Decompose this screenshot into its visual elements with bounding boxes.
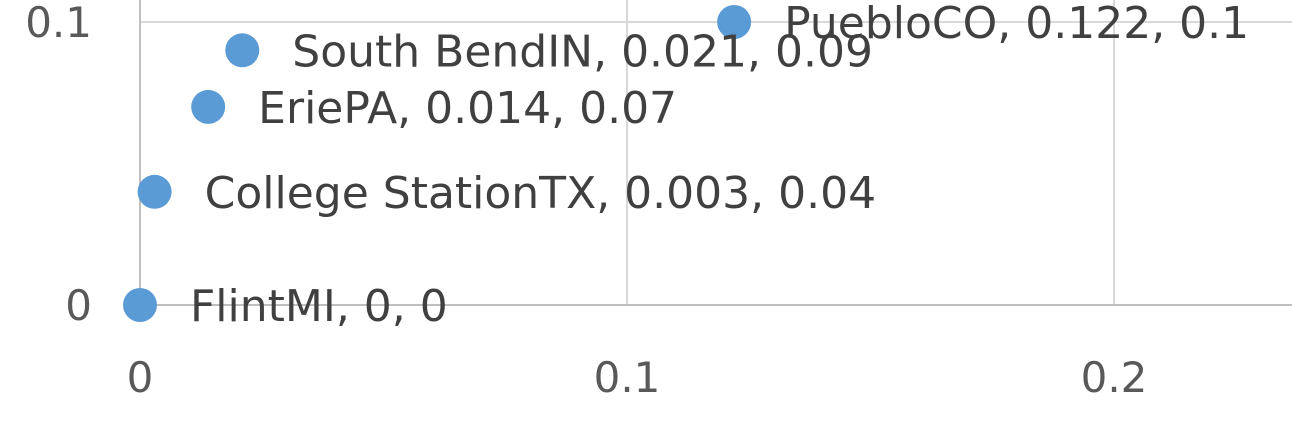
data-point — [225, 33, 260, 68]
y-tick-label: 0 — [65, 281, 92, 330]
x-tick-label: 0.2 — [1081, 353, 1148, 402]
data-label: PuebloCO, 0.122, 0.1 — [784, 0, 1249, 49]
data-point — [123, 288, 157, 322]
x-tick-label: 0.1 — [594, 353, 661, 402]
scatter-chart: 0 0.1 0.2 0 0.1 FlintMI, 0, 0 College Station… — [25, 0, 1292, 402]
data-label: EriePA, 0.014, 0.07 — [258, 83, 677, 134]
y-tick-label: 0.1 — [25, 0, 92, 47]
data-point — [137, 174, 172, 209]
data-labels: FlintMI, 0, 0 College StationTX, 0.003, 0… — [190, 0, 1249, 332]
data-label: College StationTX, 0.003, 0.04 — [205, 168, 876, 219]
data-point — [191, 89, 226, 124]
data-label: FlintMI, 0, 0 — [190, 281, 448, 332]
x-tick-label: 0 — [127, 353, 154, 402]
